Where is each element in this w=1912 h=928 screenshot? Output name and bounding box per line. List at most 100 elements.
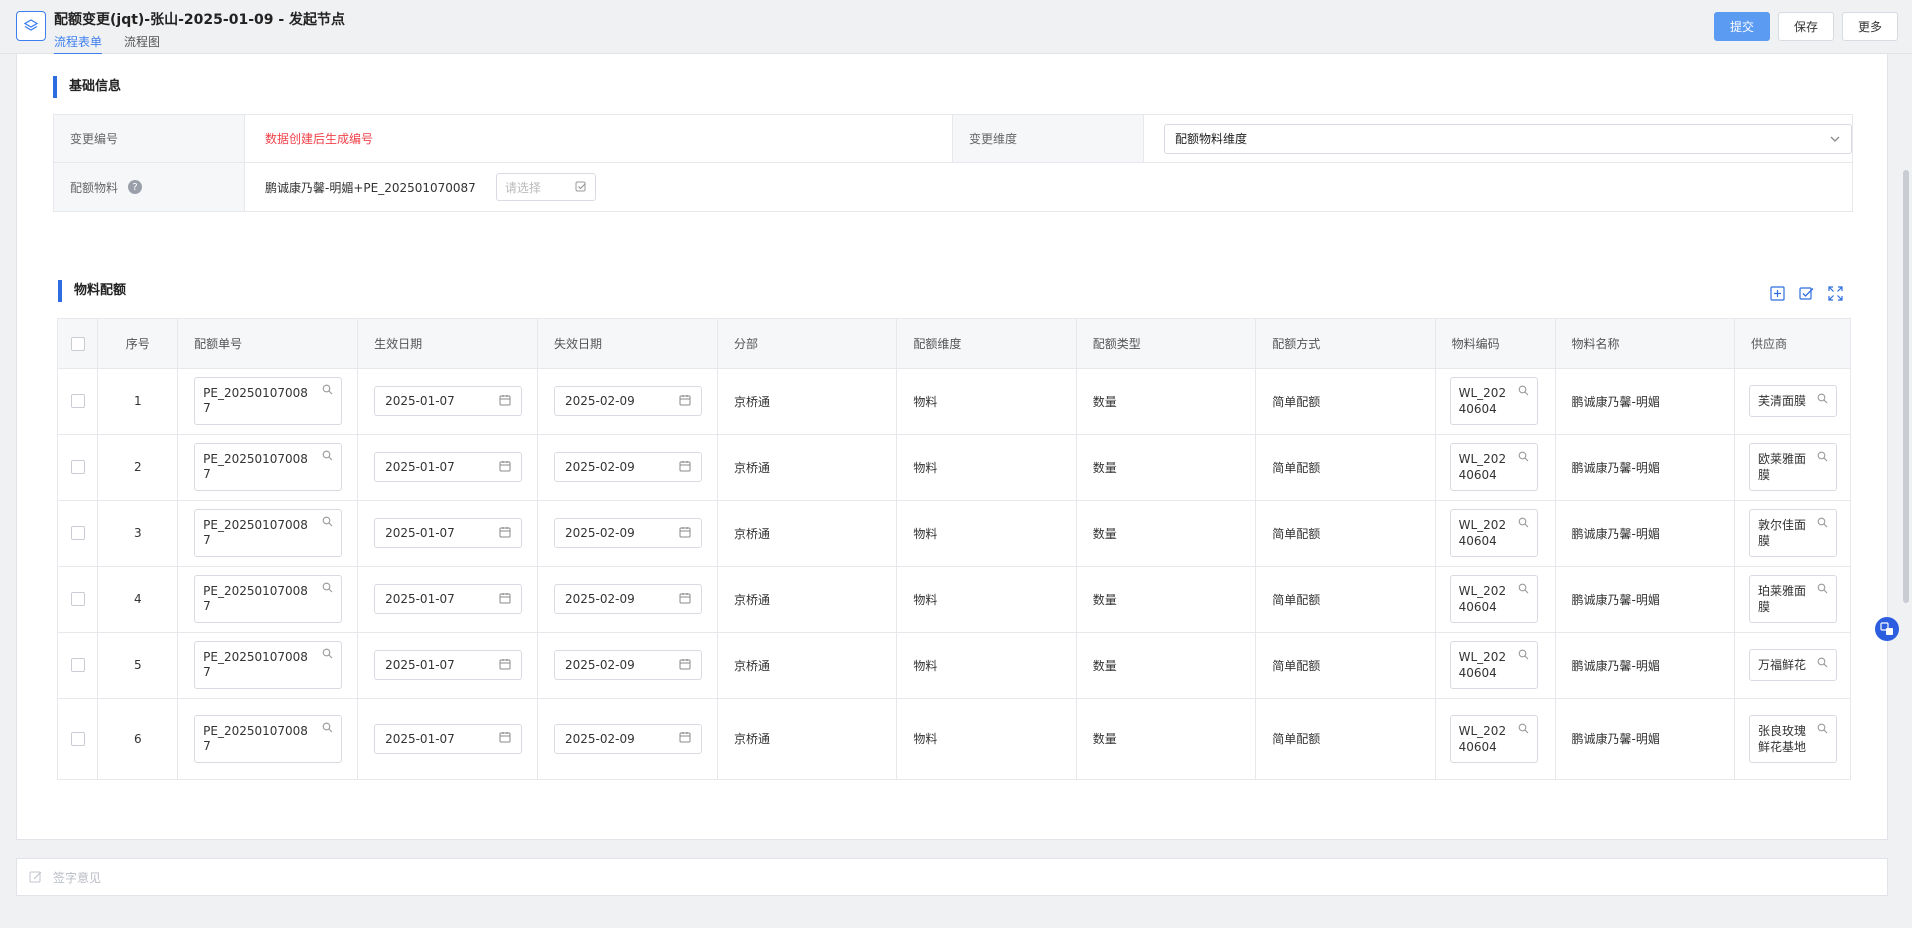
scrollbar[interactable] [1903,170,1909,603]
supplier-value: 敦尔佳面膜 [1757,518,1806,548]
end-date-value: 2025-02-09 [565,731,635,746]
search-icon [1817,656,1828,672]
search-icon [1817,582,1828,598]
material-code-input[interactable]: WL_20240604 [1449,714,1538,763]
end-date-value: 2025-02-09 [565,658,635,672]
supplier-value: 珀莱雅面膜 [1757,584,1806,614]
start-date-input[interactable]: 2025-01-07 [374,518,523,548]
method-cell: 简单配额 [1255,566,1436,633]
supplier-input[interactable]: 万福鲜花 [1748,649,1837,681]
quota-no-input[interactable]: PE_202501070087 [194,509,343,557]
row-checkbox[interactable] [70,526,85,541]
start-date-cell: 2025-01-07 [357,632,538,699]
calendar-icon [499,526,511,541]
supplier-input[interactable]: 敦尔佳面膜 [1748,509,1837,557]
help-icon[interactable]: ? [128,180,143,194]
row-checkbox[interactable] [70,460,85,475]
end-date-value: 2025-02-09 [565,394,635,408]
supplier-input[interactable]: 欧莱雅面膜 [1748,443,1837,491]
batch-edit-icon[interactable] [1799,286,1814,301]
method-cell: 简单配额 [1255,698,1436,780]
calendar-icon [679,526,691,541]
more-button[interactable]: 更多 [1841,12,1898,41]
header-actions: 提交 保存 更多 [1713,12,1898,41]
row-checkbox[interactable] [70,731,85,746]
supplier-input[interactable]: 张良玫瑰鲜花基地 [1748,714,1837,763]
material-code-input[interactable]: WL_20240604 [1449,443,1538,491]
material-code-cell: WL_20240604 [1435,632,1556,699]
start-date-input[interactable]: 2025-01-07 [374,386,523,416]
layers-icon[interactable] [16,11,46,41]
material-code-value: WL_20240604 [1458,452,1507,482]
supplier-value: 欧莱雅面膜 [1757,452,1806,482]
start-date-input[interactable]: 2025-01-07 [374,723,523,754]
material-code-input[interactable]: WL_20240604 [1449,377,1538,425]
row-select-cell [58,500,99,567]
branch-cell: 京桥通 [717,368,898,435]
fullscreen-icon[interactable] [1828,286,1843,301]
type-cell: 数量 [1076,434,1257,501]
method-cell: 简单配额 [1255,632,1436,699]
col-header: 供应商 [1734,319,1851,369]
dimension-label: 变更维度 [953,115,1144,162]
row-checkbox[interactable] [70,658,85,673]
select-all-checkbox[interactable] [70,336,85,351]
type-cell: 数量 [1076,368,1257,435]
end-date-cell: 2025-02-09 [537,500,718,567]
tab-form[interactable]: 流程表单 [54,33,103,55]
start-date-input[interactable]: 2025-01-07 [374,584,523,614]
save-button[interactable]: 保存 [1777,12,1834,41]
dimension-select[interactable]: 配额物料维度 [1164,123,1852,154]
search-icon [322,722,333,737]
material-code-input[interactable]: WL_20240604 [1449,575,1538,623]
search-icon [1518,450,1529,466]
supplier-cell: 张良玫瑰鲜花基地 [1734,698,1851,780]
end-date-input[interactable]: 2025-02-09 [554,650,702,680]
quota-table: 序号 配额单号 生效日期 失效日期 分部 配额维度 配额类型 配额方式 物料编码… [58,319,1851,780]
end-date-input[interactable]: 2025-02-09 [554,386,702,416]
table-toolbar [1770,286,1843,301]
end-date-input[interactable]: 2025-02-09 [554,518,702,548]
search-icon [1817,516,1828,532]
quota-no-input[interactable]: PE_202501070087 [194,377,343,425]
start-date-input[interactable]: 2025-01-07 [374,650,523,680]
quota-no-value: PE_202501070087 [203,452,308,481]
add-row-icon[interactable] [1770,286,1785,301]
end-date-input[interactable]: 2025-02-09 [554,723,702,754]
search-icon [1817,722,1828,738]
start-date-cell: 2025-01-07 [357,434,538,501]
start-date-input[interactable]: 2025-01-07 [374,452,523,482]
quota-no-input[interactable]: PE_202501070087 [194,714,343,763]
supplier-input[interactable]: 芙清面膜 [1748,385,1837,417]
type-cell: 数量 [1076,632,1257,699]
translate-icon[interactable] [1875,617,1899,641]
calendar-icon [679,460,691,475]
material-name-cell: 鹏诚康乃馨-明媚 [1555,434,1735,501]
dimension-cell: 物料 [896,368,1077,435]
material-code-input[interactable]: WL_20240604 [1449,509,1538,557]
material-code-value: WL_20240604 [1458,518,1507,548]
quota-no-input[interactable]: PE_202501070087 [194,641,343,689]
col-header: 配额维度 [896,319,1077,369]
material-picker[interactable]: 请选择 [495,173,596,201]
signature-opinion[interactable]: 签字意见 [16,858,1888,896]
tab-flowchart[interactable]: 流程图 [124,33,160,55]
quota-no-input[interactable]: PE_202501070087 [194,443,343,491]
change-no-label: 变更编号 [54,115,245,162]
quota-no-input[interactable]: PE_202501070087 [194,575,343,623]
branch-cell: 京桥通 [717,566,898,633]
material-code-input[interactable]: WL_20240604 [1449,641,1538,689]
calendar-icon [499,592,511,607]
start-date-value: 2025-01-07 [385,394,455,408]
calendar-icon [679,394,691,409]
supplier-input[interactable]: 珀莱雅面膜 [1748,575,1837,623]
row-checkbox[interactable] [70,394,85,409]
end-date-value: 2025-02-09 [565,460,635,474]
end-date-input[interactable]: 2025-02-09 [554,452,702,482]
submit-button[interactable]: 提交 [1713,12,1770,41]
row-checkbox[interactable] [70,592,85,607]
branch-cell: 京桥通 [717,500,898,567]
table-row: 6 PE_202501070087 2025-01-07 2025-02-09 京桥通物… [58,698,1851,780]
end-date-input[interactable]: 2025-02-09 [554,584,702,614]
search-icon [1518,722,1529,738]
